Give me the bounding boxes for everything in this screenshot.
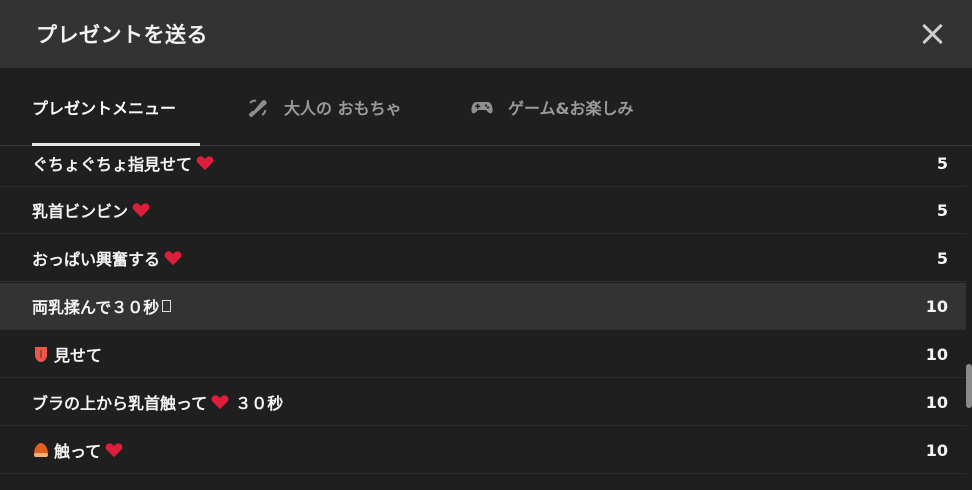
item-label: 乳首ビンビン (32, 198, 150, 222)
item-points: 10 (925, 392, 948, 412)
item-points: 5 (936, 153, 948, 173)
gamepad-icon (470, 95, 494, 119)
tab-present-menu[interactable]: プレゼントメニュー (32, 68, 200, 146)
tab-games[interactable]: ゲーム&お楽しみ (470, 68, 633, 145)
missing-glyph-icon (162, 300, 172, 312)
close-icon[interactable] (920, 22, 944, 46)
tongue-icon (35, 347, 47, 362)
item-label: ブラの上から乳首触って ３０秒 (32, 390, 283, 414)
item-label: 触って (32, 438, 123, 462)
modal-header: プレゼントを送る (0, 0, 972, 68)
tab-label: ゲーム&お楽しみ (508, 98, 634, 118)
item-points: 10 (925, 296, 948, 316)
scrollbar-thumb[interactable] (966, 364, 972, 408)
list-item[interactable]: ぐちょぐちょ指見せて 5 (0, 146, 968, 187)
item-points: 10 (925, 344, 948, 364)
list-item[interactable]: 見せて 10 (0, 331, 968, 378)
item-label: 見せて (32, 342, 102, 366)
heart-icon (164, 251, 182, 266)
present-modal: プレゼントを送る プレゼントメニュー 大人の おもちゃ ゲーム&お楽しみ ぐちょ… (0, 0, 972, 490)
item-points: 5 (936, 248, 948, 268)
list-item[interactable]: おっぱい興奮する 5 (0, 235, 968, 282)
tab-label: 大人の おもちゃ (284, 98, 402, 118)
item-text-suffix: ３０秒 (235, 394, 284, 413)
item-points: 5 (936, 200, 948, 220)
list-item[interactable]: 両乳揉んで３０秒 10 (0, 283, 968, 330)
list-item[interactable]: ブラの上から乳首触って ３０秒 10 (0, 379, 968, 426)
item-text: 乳首ビンビン (32, 202, 129, 221)
tab-label: プレゼントメニュー (32, 98, 177, 118)
item-text: ブラの上から乳首触って (32, 394, 208, 413)
item-points: 10 (925, 440, 948, 460)
heart-icon (211, 395, 229, 410)
heart-icon (105, 443, 123, 458)
item-label: 両乳揉んで３０秒 (32, 294, 172, 318)
heart-icon (132, 203, 150, 218)
list-item[interactable]: 乳首ビンビン 5 (0, 187, 968, 234)
item-text: ぐちょぐちょ指見せて (32, 155, 193, 174)
tab-bar: プレゼントメニュー 大人の おもちゃ ゲーム&お楽しみ (0, 68, 972, 146)
item-label: ぐちょぐちょ指見せて (32, 151, 214, 175)
item-text: おっぱい興奮する (32, 250, 161, 269)
present-list: ぐちょぐちょ指見せて 5 乳首ビンビン 5 おっぱい興奮する 5 両乳揉んで３０… (0, 146, 968, 490)
item-text: 触って (54, 442, 102, 461)
item-text: 見せて (54, 346, 103, 365)
toy-icon (246, 95, 270, 119)
tab-adult-toys[interactable]: 大人の おもちゃ (246, 68, 402, 145)
chestnut-icon (34, 443, 48, 457)
scrollbar[interactable] (966, 146, 972, 490)
heart-icon (196, 156, 214, 171)
item-text: 両乳揉んで３０秒 (32, 298, 160, 317)
list-item[interactable]: 触って 10 (0, 427, 968, 474)
item-label: おっぱい興奮する (32, 246, 182, 270)
modal-title: プレゼントを送る (36, 23, 208, 47)
